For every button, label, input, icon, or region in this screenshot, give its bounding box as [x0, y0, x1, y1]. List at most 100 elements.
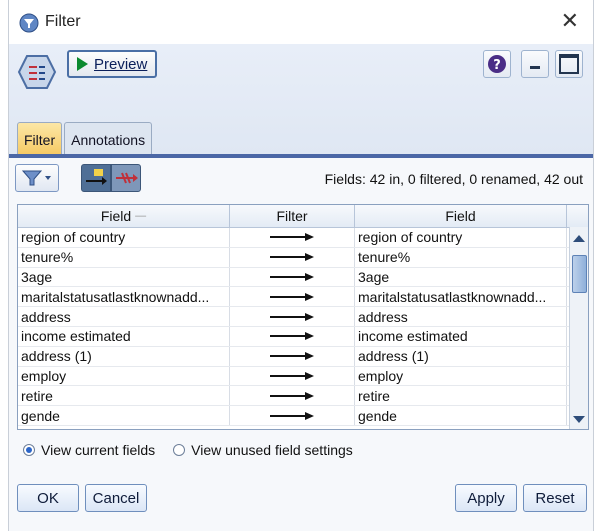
tab-annotations[interactable]: Annotations [64, 122, 153, 156]
field-out-cell[interactable]: income estimated [355, 326, 567, 346]
header-filter[interactable]: Filter [230, 205, 355, 227]
pass-arrow-icon [270, 352, 314, 361]
filter-node-icon [19, 13, 39, 33]
chevron-down-icon [45, 176, 51, 180]
filter-toggle-cell[interactable] [230, 287, 355, 307]
field-in-cell: region of country [18, 228, 230, 247]
header-field-in-label: Field [100, 208, 132, 224]
field-in-cell: income estimated [18, 326, 230, 346]
field-out-cell[interactable]: 3age [355, 267, 567, 287]
minimize-button[interactable] [521, 50, 549, 78]
header-field-in[interactable]: Field ― [18, 205, 230, 227]
filter-toggle-cell[interactable] [230, 346, 355, 366]
cancel-button[interactable]: Cancel [85, 484, 147, 512]
field-in-cell: address (1) [18, 346, 230, 366]
table-row[interactable]: address address [18, 307, 588, 327]
pass-fields-toggle[interactable] [81, 164, 111, 192]
radio-selected-icon [23, 444, 35, 456]
scroll-down-icon[interactable] [573, 416, 585, 423]
field-in-cell: maritalstatusatlastknownadd... [18, 287, 230, 307]
pass-arrow-icon [270, 411, 314, 420]
table-row[interactable]: gende gende [18, 406, 588, 426]
table-row[interactable]: income estimated income estimated [18, 326, 588, 347]
view-unused-settings-radio[interactable]: View unused field settings [173, 442, 353, 458]
help-button[interactable]: ? [483, 50, 511, 78]
reset-button[interactable]: Reset [523, 484, 587, 512]
field-out-cell[interactable]: tenure% [355, 247, 567, 267]
funnel-icon [21, 170, 51, 186]
close-icon[interactable]: ✕ [561, 8, 579, 34]
field-in-cell: employ [18, 366, 230, 386]
view-unused-settings-label: View unused field settings [191, 442, 353, 458]
pass-arrow-icon [270, 272, 314, 281]
scroll-up-icon[interactable] [573, 235, 585, 242]
table-body: region of country region of country tenure… [18, 228, 588, 426]
filter-options-dropdown[interactable] [15, 164, 59, 192]
field-out-cell[interactable]: address (1) [355, 346, 567, 366]
help-glyph: ? [493, 58, 501, 73]
header-field-out[interactable]: Field [355, 205, 567, 227]
pass-arrow-icon [270, 332, 314, 341]
field-out-cell[interactable]: address [355, 307, 567, 326]
blocked-arrow-icon [116, 172, 138, 184]
filter-toggle-cell[interactable] [230, 247, 355, 267]
field-in-cell: 3age [18, 267, 230, 287]
table-row[interactable]: maritalstatusatlastknownadd... maritalsta… [18, 287, 588, 308]
fields-summary: Fields: 42 in, 0 filtered, 0 renamed, 42… [324, 171, 583, 187]
pass-arrow-icon [270, 371, 314, 380]
play-icon [77, 57, 88, 71]
maximize-button[interactable] [555, 50, 583, 78]
field-out-cell[interactable]: employ [355, 366, 567, 386]
toolbar: Preview ? Filter Annotations [9, 44, 593, 156]
filter-node-hex-icon [17, 55, 57, 89]
pass-arrow-icon [270, 253, 314, 262]
tab-filter[interactable]: Filter [17, 122, 63, 156]
filter-toggle-cell[interactable] [230, 406, 355, 425]
field-in-cell: address [18, 307, 230, 326]
filter-toggle-cell[interactable] [230, 228, 355, 247]
filter-toggle-cell[interactable] [230, 366, 355, 386]
apply-button[interactable]: Apply [455, 484, 517, 512]
table-header: Field ― Filter Field [18, 205, 588, 228]
fields-table: Field ― Filter Field region of country re… [17, 204, 589, 430]
filter-tab-panel: Fields: 42 in, 0 filtered, 0 renamed, 42… [9, 158, 593, 531]
table-row[interactable]: 3age 3age [18, 267, 588, 288]
window-title: Filter [45, 13, 81, 30]
field-out-cell[interactable]: maritalstatusatlastknownadd... [355, 287, 567, 307]
filter-toggle-cell[interactable] [230, 386, 355, 406]
table-row[interactable]: address (1) address (1) [18, 346, 588, 367]
ok-button[interactable]: OK [17, 484, 79, 512]
table-row[interactable]: retire retire [18, 386, 588, 407]
pass-arrow-icon [270, 312, 314, 321]
view-options: View current fields View unused field se… [23, 442, 371, 458]
field-out-cell[interactable]: gende [355, 406, 567, 425]
table-row[interactable]: tenure% tenure% [18, 247, 588, 268]
vertical-scrollbar[interactable] [569, 227, 588, 429]
filter-toggle-cell[interactable] [230, 326, 355, 346]
pass-arrow-icon [270, 391, 314, 400]
pass-arrow-icon [86, 169, 107, 185]
minimize-icon [530, 66, 540, 69]
field-out-cell[interactable]: retire [355, 386, 567, 406]
maximize-icon [559, 54, 579, 74]
tab-strip: Filter Annotations [17, 122, 154, 156]
view-current-fields-label: View current fields [41, 442, 156, 458]
view-current-fields-radio[interactable]: View current fields [23, 442, 155, 458]
field-in-cell: gende [18, 406, 230, 425]
pass-arrow-icon [270, 233, 314, 242]
field-in-cell: retire [18, 386, 230, 406]
filter-fields-toggle[interactable] [111, 164, 141, 192]
scroll-thumb[interactable] [572, 255, 587, 293]
filter-toggle-cell[interactable] [230, 267, 355, 287]
preview-label: Preview [94, 55, 148, 73]
title-bar: Filter ✕ [9, 0, 593, 44]
radio-unselected-icon [173, 444, 186, 456]
field-in-cell: tenure% [18, 247, 230, 267]
table-row[interactable]: employ employ [18, 366, 588, 387]
help-icon: ? [488, 55, 506, 73]
table-row[interactable]: region of country region of country [18, 228, 588, 248]
filter-toggle-cell[interactable] [230, 307, 355, 326]
sort-icon: ― [135, 210, 147, 222]
preview-button[interactable]: Preview [67, 50, 157, 78]
field-out-cell[interactable]: region of country [355, 228, 567, 247]
